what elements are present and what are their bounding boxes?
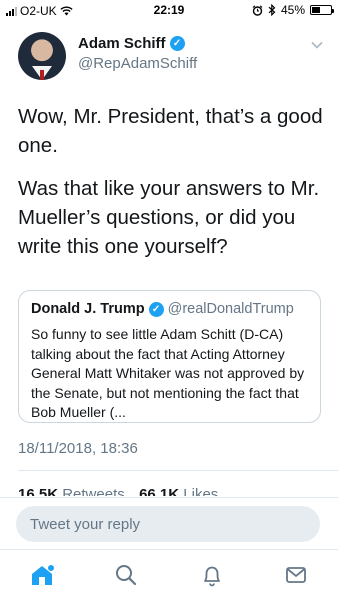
tab-bar bbox=[0, 549, 338, 600]
tab-messages[interactable] bbox=[281, 560, 311, 590]
divider bbox=[18, 470, 338, 471]
bluetooth-icon bbox=[268, 4, 276, 16]
status-right-group: 45% bbox=[252, 3, 334, 17]
messages-icon bbox=[286, 567, 306, 583]
quoted-author-name: Donald J. Trump bbox=[31, 301, 145, 317]
tweet-paragraph: Was that like your answers to Mr. Muelle… bbox=[18, 177, 320, 258]
likes-label[interactable]: Likes bbox=[183, 486, 218, 496]
tweet-paragraph: Wow, Mr. President, that’s a good one. bbox=[18, 105, 323, 157]
quoted-tweet-header: Donald J. Trump ✓ @realDonaldTrump bbox=[31, 301, 308, 317]
author-handle[interactable]: @RepAdamSchiff bbox=[78, 55, 197, 72]
verified-badge-icon: ✓ bbox=[169, 36, 185, 51]
retweets-label[interactable]: Retweets bbox=[62, 486, 125, 496]
search-icon bbox=[116, 565, 137, 586]
tweet-timestamp: 18/11/2018, 18:36 bbox=[18, 440, 138, 457]
author-name: Adam Schiff bbox=[78, 35, 166, 52]
quoted-tweet-text: So funny to see little Adam Schitt (D-CA… bbox=[31, 326, 305, 420]
battery-icon bbox=[310, 5, 334, 15]
tab-search[interactable] bbox=[111, 560, 141, 590]
tab-home[interactable] bbox=[27, 560, 57, 590]
tab-notifications[interactable] bbox=[197, 560, 227, 590]
reply-bar bbox=[0, 497, 338, 549]
tweet-text: Wow, Mr. President, that’s a good one. W… bbox=[18, 102, 326, 261]
status-bar: O2-UK 22:19 45% bbox=[0, 0, 338, 20]
chevron-down-icon[interactable] bbox=[310, 38, 324, 52]
verified-badge-icon: ✓ bbox=[148, 301, 164, 317]
quoted-tweet-card[interactable]: Donald J. Trump ✓ @realDonaldTrump So fu… bbox=[18, 290, 321, 423]
battery-percent: 45% bbox=[280, 3, 305, 17]
quoted-author-handle: @realDonaldTrump bbox=[167, 301, 294, 317]
notifications-icon bbox=[204, 566, 220, 587]
alarm-icon bbox=[252, 4, 263, 16]
retweets-count[interactable]: 16.5K bbox=[18, 486, 58, 496]
reply-input[interactable] bbox=[16, 506, 320, 542]
new-content-dot bbox=[48, 565, 54, 571]
battery-fill bbox=[312, 7, 321, 13]
author-name-row[interactable]: Adam Schiff ✓ bbox=[78, 35, 185, 52]
avatar[interactable] bbox=[18, 32, 66, 80]
engagement-stats: 16.5K Retweets 66.1K Likes bbox=[18, 486, 218, 496]
likes-count[interactable]: 66.1K bbox=[139, 486, 179, 496]
